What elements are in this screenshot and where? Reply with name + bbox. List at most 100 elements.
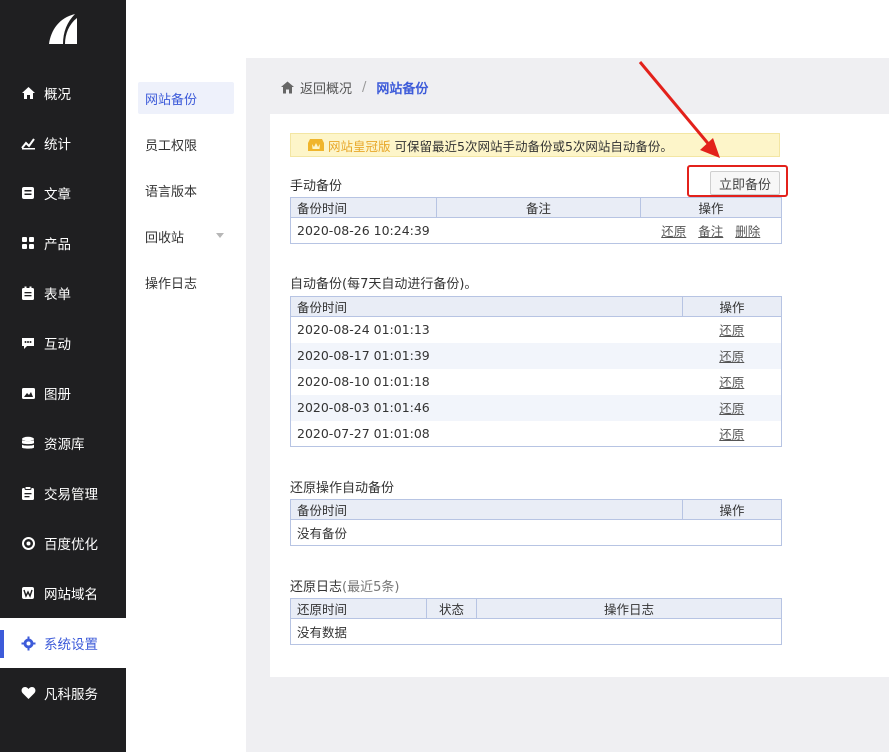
logo[interactable] <box>0 0 126 58</box>
submenu-item-backup[interactable]: 网站备份 <box>138 82 234 114</box>
actions-cell: 还原 <box>683 317 782 343</box>
sidebar-item-label: 表单 <box>44 287 71 303</box>
submenu-item-label: 员工权限 <box>145 138 198 154</box>
submenu-item-language[interactable]: 语言版本 <box>138 174 234 206</box>
auto-backup-table: 备份时间 操作 2020-08-24 01:01:13 还原 2020-08-1… <box>290 296 782 447</box>
sidebar-item-label: 交易管理 <box>44 487 98 503</box>
sidebar-item-form[interactable]: 表单 <box>0 268 126 318</box>
column-header-actions: 操作 <box>682 296 782 317</box>
breadcrumb-back-label: 返回概况 <box>300 81 353 97</box>
gear-icon <box>20 635 36 651</box>
backup-time-cell: 2020-07-27 01:01:08 <box>297 425 430 441</box>
top-header <box>126 0 889 58</box>
table-header-row: 备份时间 操作 <box>290 499 782 520</box>
backup-time-cell: 2020-08-10 01:01:18 <box>297 374 430 389</box>
column-header-time: 备份时间 <box>290 499 683 520</box>
sidebar-item-article[interactable]: 文章 <box>0 168 126 218</box>
table-row: 没有备份 <box>291 520 782 546</box>
sidebar-item-label: 资源库 <box>44 437 85 453</box>
section-title-text: 自动备份(每7天自动进行备份)。 <box>290 277 478 292</box>
seo-icon <box>20 535 36 551</box>
empty-state-cell: 没有数据 <box>297 625 348 640</box>
annotation-highlight-box <box>687 165 788 197</box>
submenu-item-label: 回收站 <box>145 230 185 246</box>
home-icon <box>20 85 36 101</box>
restore-link[interactable]: 还原 <box>719 401 744 416</box>
column-header-actions: 操作 <box>640 197 782 218</box>
empty-state-cell: 没有备份 <box>297 526 348 541</box>
crown-icon <box>307 137 325 153</box>
backup-time-cell: 2020-08-24 01:01:13 <box>297 322 430 338</box>
heart-icon <box>20 685 36 701</box>
restore-auto-backup-title: 还原操作自动备份 <box>290 477 394 496</box>
home-icon <box>281 81 294 93</box>
column-header-time: 备份时间 <box>290 296 683 317</box>
sidebar-item-service[interactable]: 凡科服务 <box>0 668 126 718</box>
table-header-row: 备份时间 备注 操作 <box>290 197 782 218</box>
sidebar-item-seo[interactable]: 百度优化 <box>0 518 126 568</box>
breadcrumb-separator: / <box>362 79 367 95</box>
actions-cell: 还原 <box>683 369 782 395</box>
backup-note-cell <box>437 218 641 244</box>
sail-logo-icon <box>49 14 77 44</box>
column-header-note: 备注 <box>436 197 641 218</box>
actions-cell: 还原 备注 删除 <box>641 218 782 244</box>
actions-cell: 还原 <box>683 421 782 447</box>
table-row: 2020-08-26 10:24:39 还原 备注 删除 <box>291 218 782 244</box>
note-link[interactable]: 备注 <box>698 224 723 239</box>
sidebar-item-label: 概况 <box>44 87 71 103</box>
sidebar-item-label: 统计 <box>44 137 71 153</box>
sidebar-item-trade[interactable]: 交易管理 <box>0 468 126 518</box>
caret-down-icon <box>216 233 224 238</box>
column-header-actions: 操作 <box>682 499 782 520</box>
restore-log-title: 还原日志(最近5条) <box>290 576 399 595</box>
submenu-item-recycle[interactable]: 回收站 <box>138 220 234 252</box>
sidebar-item-label: 互动 <box>44 337 71 353</box>
sidebar-item-label: 百度优化 <box>44 537 98 553</box>
restore-link[interactable]: 还原 <box>719 427 744 442</box>
article-icon <box>20 185 36 201</box>
sidebar-item-gallery[interactable]: 图册 <box>0 368 126 418</box>
auto-backup-title: 自动备份(每7天自动进行备份)。 <box>290 273 477 292</box>
breadcrumb-back-link[interactable]: 返回概况 <box>280 78 352 97</box>
sidebar-item-label: 网站域名 <box>44 587 98 603</box>
table-row: 2020-08-17 01:01:39 还原 <box>290 342 782 369</box>
backup-time-cell: 2020-08-03 01:01:46 <box>290 394 683 421</box>
crown-version-tag[interactable]: 网站皇冠版 <box>328 136 391 155</box>
sidebar-item-overview[interactable]: 概况 <box>0 68 126 118</box>
restore-link[interactable]: 还原 <box>661 224 686 239</box>
sidebar-item-product[interactable]: 产品 <box>0 218 126 268</box>
restore-log-table: 还原时间 状态 操作日志 没有数据 <box>290 598 782 645</box>
submenu-item-staff[interactable]: 员工权限 <box>138 128 234 160</box>
database-icon <box>20 435 36 451</box>
delete-link[interactable]: 删除 <box>735 224 760 239</box>
table-header-row: 还原时间 状态 操作日志 <box>290 598 782 619</box>
notice-text: 可保留最近5次网站手动备份或5次网站自动备份。 <box>394 138 673 154</box>
submenu-item-label: 语言版本 <box>145 184 198 200</box>
restore-link[interactable]: 还原 <box>719 375 744 390</box>
restore-link[interactable]: 还原 <box>719 323 744 338</box>
sidebar-item-resources[interactable]: 资源库 <box>0 418 126 468</box>
product-icon <box>20 235 36 251</box>
column-header-log: 操作日志 <box>476 598 782 619</box>
sidebar-item-stats[interactable]: 统计 <box>0 118 126 168</box>
chat-icon <box>20 335 36 351</box>
form-icon <box>20 285 36 301</box>
sidebar-item-settings[interactable]: 系统设置 <box>0 618 126 668</box>
sidebar-item-label: 图册 <box>44 387 71 403</box>
table-row: 2020-08-10 01:01:18 还原 <box>291 369 782 395</box>
column-header-status: 状态 <box>426 598 477 619</box>
restore-link[interactable]: 还原 <box>719 349 744 364</box>
table-row: 2020-08-03 01:01:46 还原 <box>290 394 782 421</box>
manual-backup-table: 备份时间 备注 操作 2020-08-26 10:24:39 还原 备注 删除 <box>290 197 782 244</box>
gallery-icon <box>20 385 36 401</box>
stats-icon <box>20 135 36 151</box>
table-header-row: 备份时间 操作 <box>290 296 782 317</box>
section-title-text: 手动备份 <box>290 179 343 194</box>
actions-cell: 还原 <box>682 342 782 369</box>
sidebar-item-domain[interactable]: 网站域名 <box>0 568 126 618</box>
section-title-text: 还原日志 <box>290 580 343 595</box>
table-row: 2020-07-27 01:01:08 还原 <box>291 421 782 447</box>
sidebar-item-interaction[interactable]: 互动 <box>0 318 126 368</box>
submenu-item-oplog[interactable]: 操作日志 <box>138 266 234 298</box>
